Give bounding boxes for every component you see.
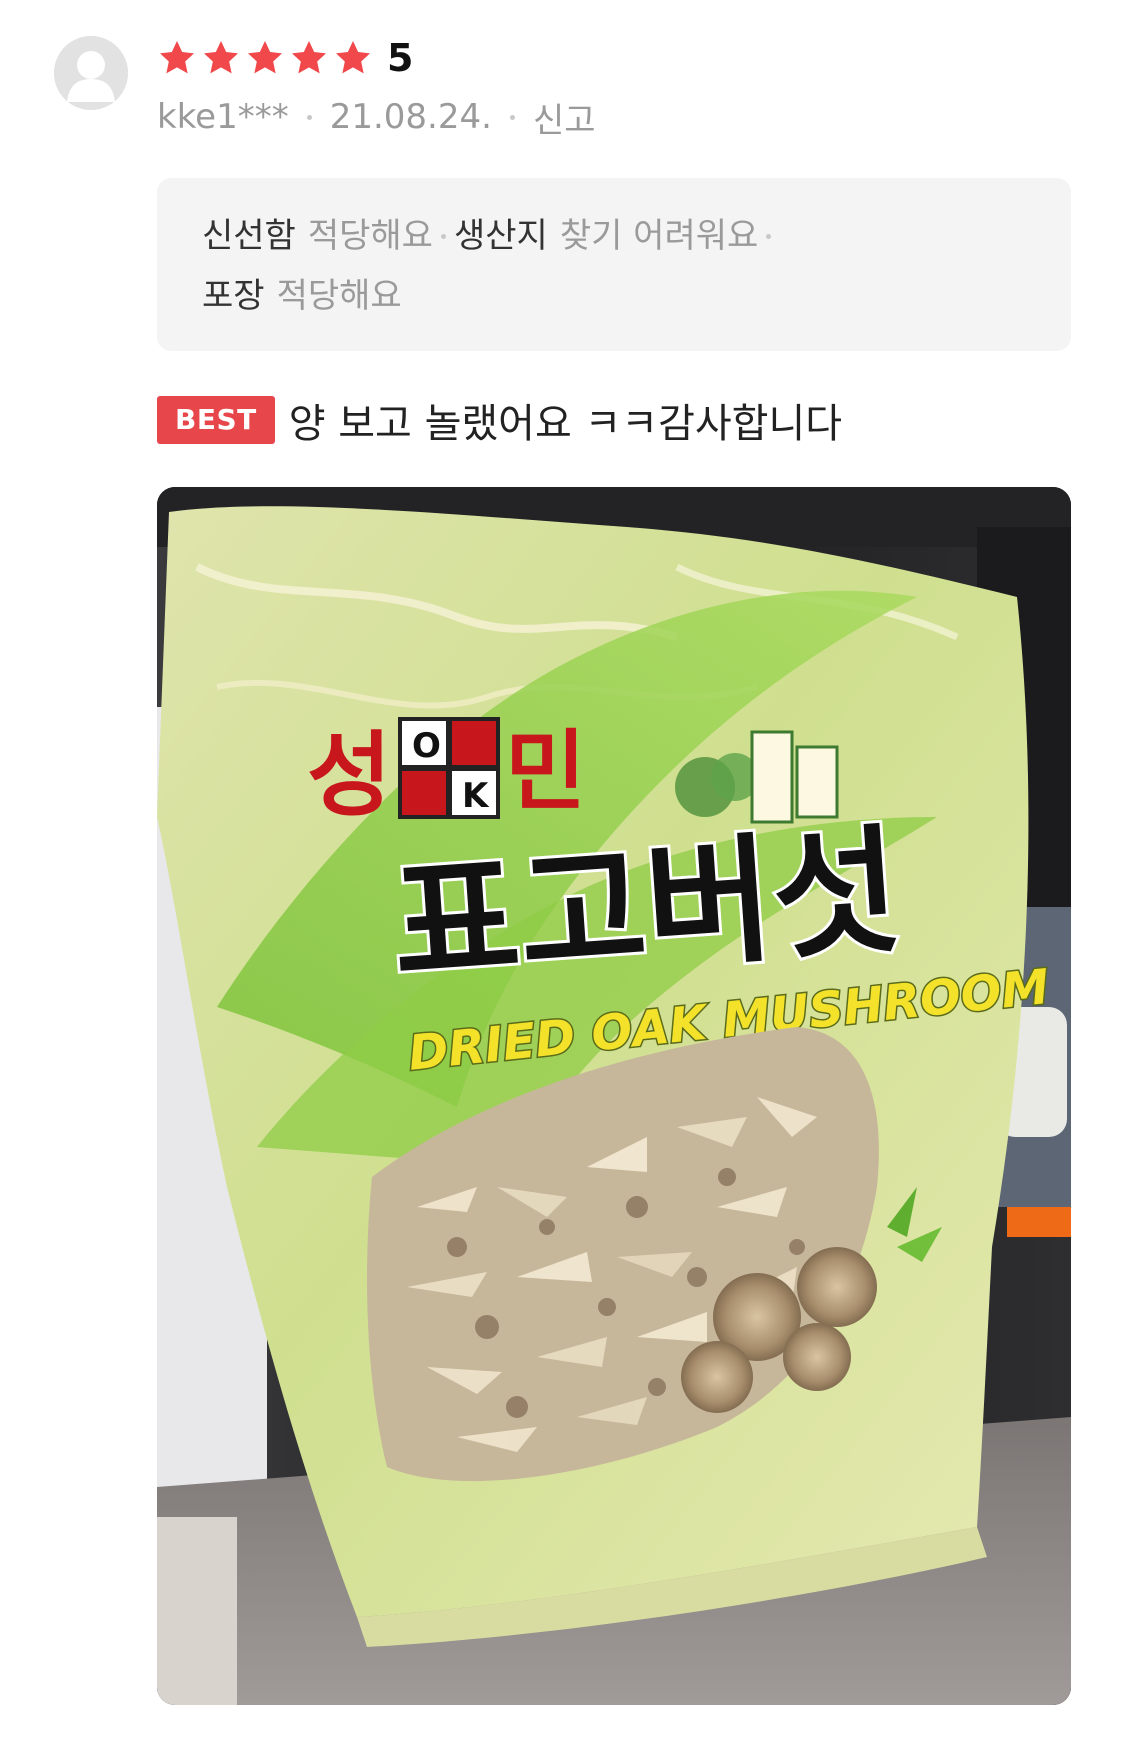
survey-line: 포장 적당해요	[202, 266, 1026, 326]
survey-value-origin: 찾기 어려워요	[559, 216, 759, 256]
star-rating	[157, 38, 377, 78]
star-icon	[245, 38, 285, 78]
best-badge: BEST	[157, 396, 275, 444]
separator-dot	[509, 114, 515, 120]
star-icon	[157, 38, 197, 78]
star-icon	[333, 38, 373, 78]
separator-dot	[440, 233, 446, 239]
star-icon	[289, 38, 329, 78]
survey-value-packaging: 적당해요	[276, 276, 402, 316]
rating-value: 5	[387, 36, 414, 80]
package-brand-left: 성	[307, 722, 392, 829]
review-date: 21.08.24.	[329, 97, 492, 137]
survey-label-origin: 생산지	[453, 216, 548, 256]
survey-value-freshness: 적당해요	[307, 216, 433, 256]
star-icon	[201, 38, 241, 78]
review-text: 양 보고 놀랬어요 ㅋㅋ감사합니다	[288, 401, 843, 447]
reviewer-id: kke1***	[157, 97, 289, 137]
review-body: BEST 양 보고 놀랬어요 ㅋㅋ감사합니다	[157, 394, 843, 447]
survey-label-freshness: 신선함	[202, 216, 296, 256]
separator-dot	[766, 233, 772, 239]
review-photo[interactable]: 성 O K 민 표고버섯 DRIED OAK MUSHROOM	[157, 487, 1071, 1705]
survey-label-packaging: 포장	[202, 276, 265, 316]
package-logo-bottom: K	[462, 776, 490, 816]
package-logo-top: O	[412, 726, 441, 766]
survey-summary: 신선함 적당해요 생산지 찾기 어려워요 포장 적당해요	[157, 178, 1071, 351]
package-brand-right: 민	[505, 720, 586, 823]
review-meta: kke1*** 21.08.24. 신고	[157, 93, 596, 142]
separator-dot	[306, 114, 312, 120]
user-avatar	[54, 36, 128, 110]
survey-line: 신선함 적당해요 생산지 찾기 어려워요	[202, 206, 1026, 266]
report-link[interactable]: 신고	[533, 93, 596, 142]
rating-row: 5	[157, 36, 413, 80]
